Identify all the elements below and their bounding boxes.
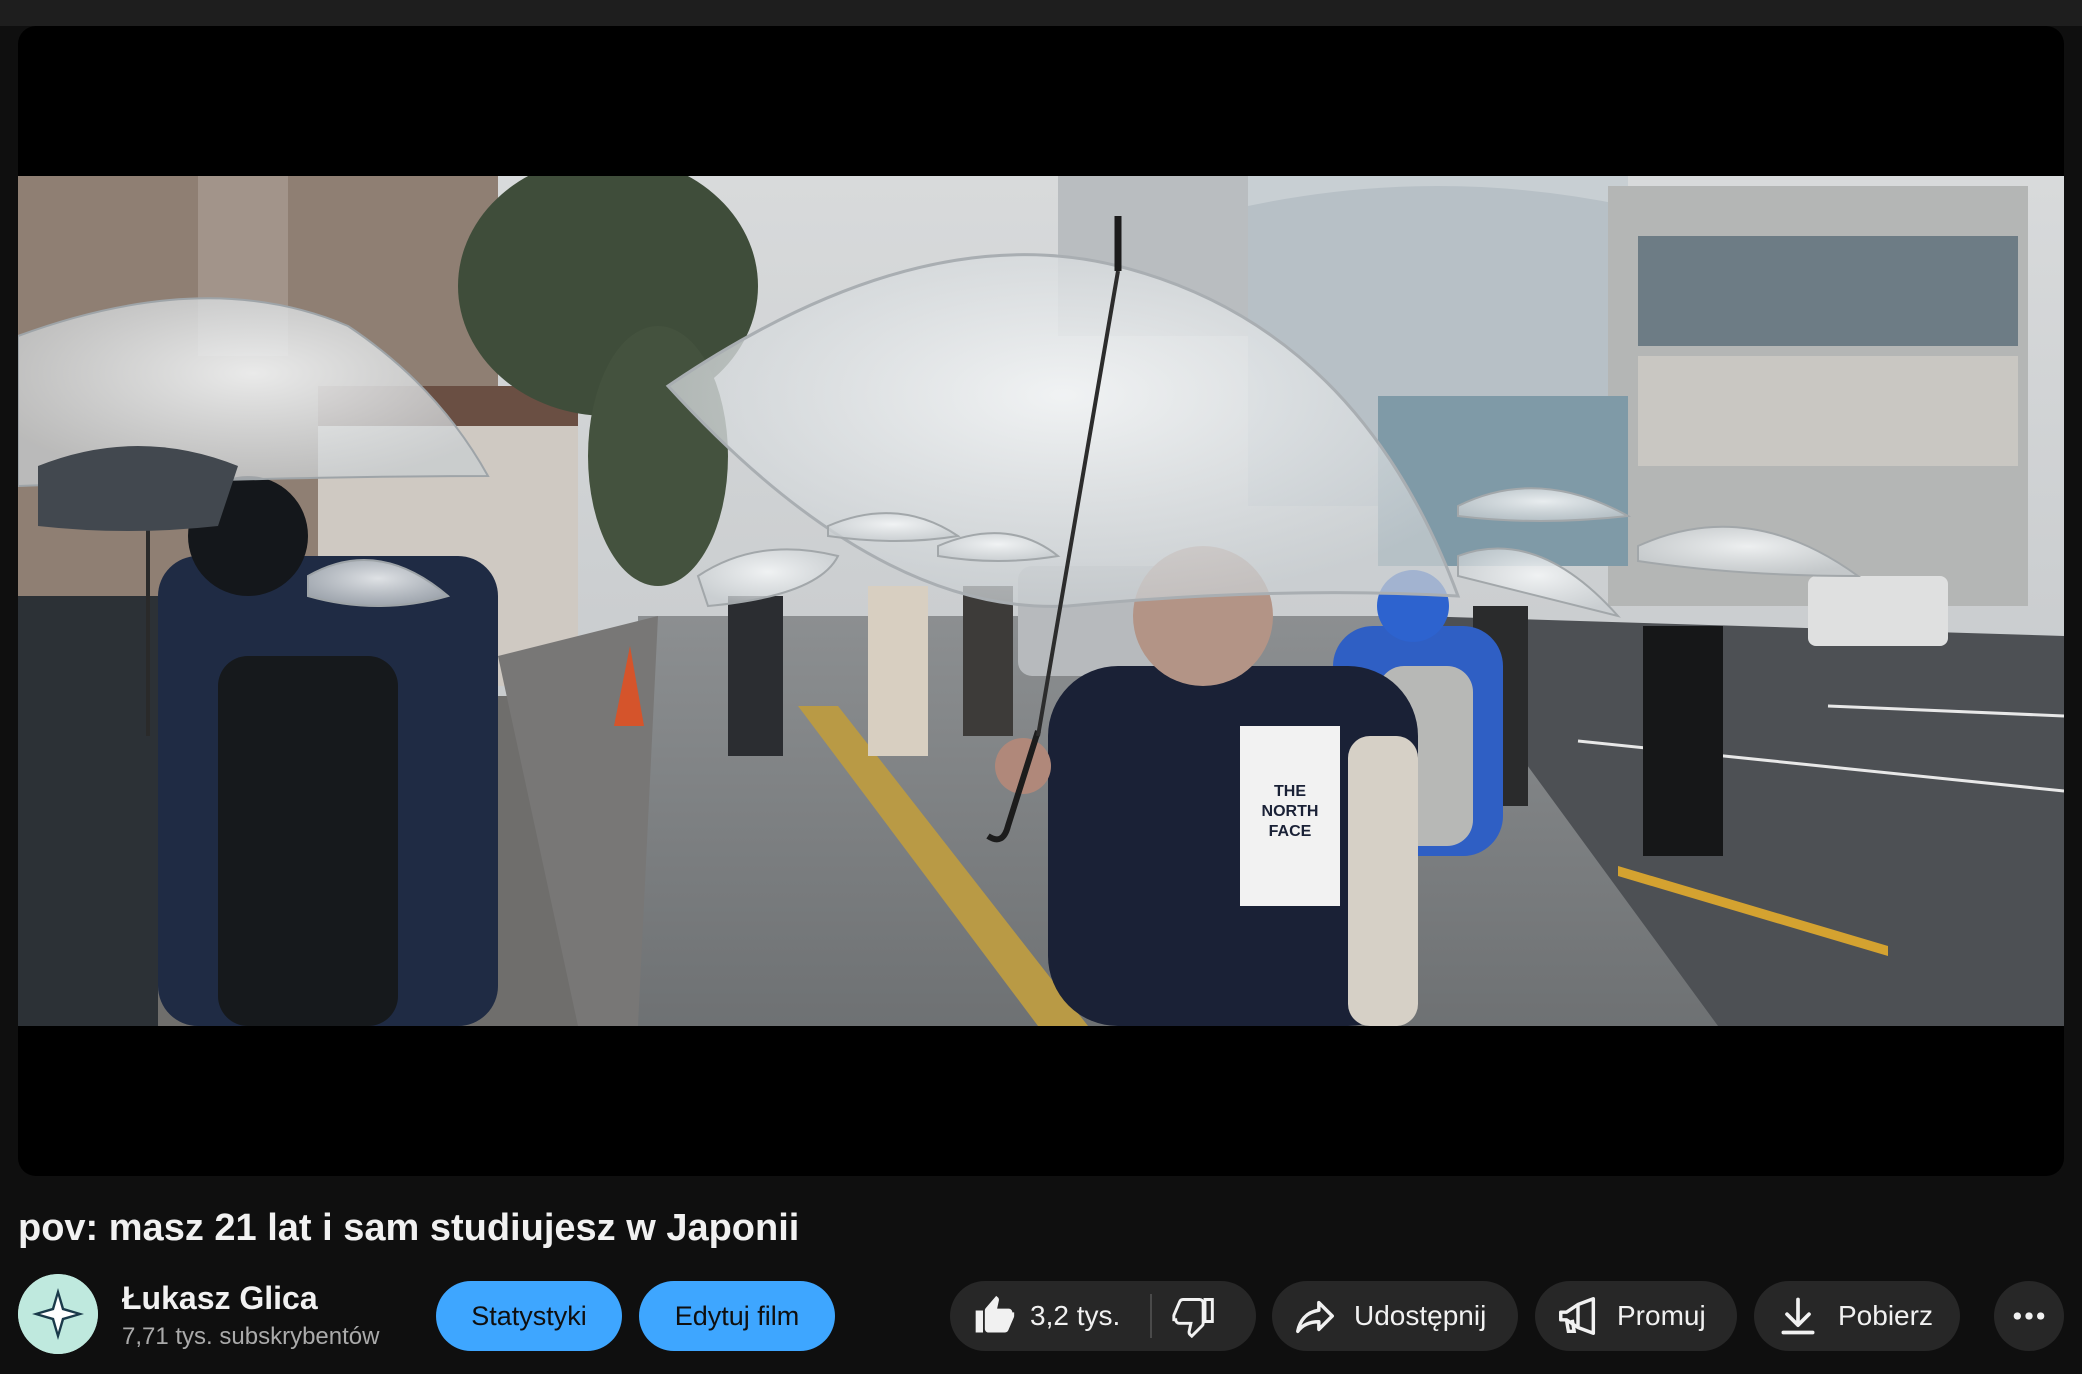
video-player[interactable]: THE NORTH FACE [18,26,2064,1176]
video-frame[interactable]: THE NORTH FACE [18,176,2064,1026]
promote-label: Promuj [1617,1300,1706,1331]
edit-video-button[interactable]: Edytuj film [639,1281,835,1351]
video-title: pov: masz 21 lat i sam studiujesz w Japo… [18,1207,800,1249]
download-label: Pobierz [1838,1300,1933,1331]
megaphone-icon [1559,1297,1596,1335]
promote-button[interactable]: Promuj [1535,1281,1737,1351]
share-button[interactable]: Udostępnij [1272,1281,1518,1351]
svg-text:THE: THE [1274,783,1306,800]
like-divider [1150,1294,1152,1338]
edit-video-button-label: Edytuj film [674,1300,800,1331]
stats-button-label: Statystyki [471,1300,587,1331]
more-horizontal-icon [2013,1312,2045,1320]
like-button[interactable] [972,1294,1016,1338]
thumbs-up-icon [975,1295,1015,1333]
share-arrow-icon [1296,1300,1334,1334]
svg-text:FACE: FACE [1269,823,1312,840]
more-actions-button[interactable] [1994,1281,2064,1351]
like-dislike-group: 3,2 tys. [950,1281,1256,1351]
download-icon-wrap [1776,1294,1820,1338]
svg-text:NORTH: NORTH [1262,803,1319,820]
download-icon [1781,1297,1815,1335]
like-count[interactable]: 3,2 tys. [1030,1300,1120,1332]
download-button[interactable]: Pobierz [1754,1281,1960,1351]
dislike-button[interactable] [1172,1294,1216,1338]
video-frame-image: THE NORTH FACE [18,176,2064,1026]
channel-avatar[interactable] [18,1274,98,1354]
channel-name[interactable]: Łukasz Glica [122,1278,318,1318]
sparkle-icon [18,1274,98,1354]
thumbs-down-icon [1172,1298,1214,1338]
share-label: Udostępnij [1354,1300,1487,1331]
promote-icon-wrap [1555,1293,1601,1339]
top-strip [0,0,2082,26]
subscriber-count: 7,71 tys. subskrybentów [122,1323,380,1350]
stats-button[interactable]: Statystyki [436,1281,622,1351]
share-icon-wrap [1292,1293,1338,1339]
